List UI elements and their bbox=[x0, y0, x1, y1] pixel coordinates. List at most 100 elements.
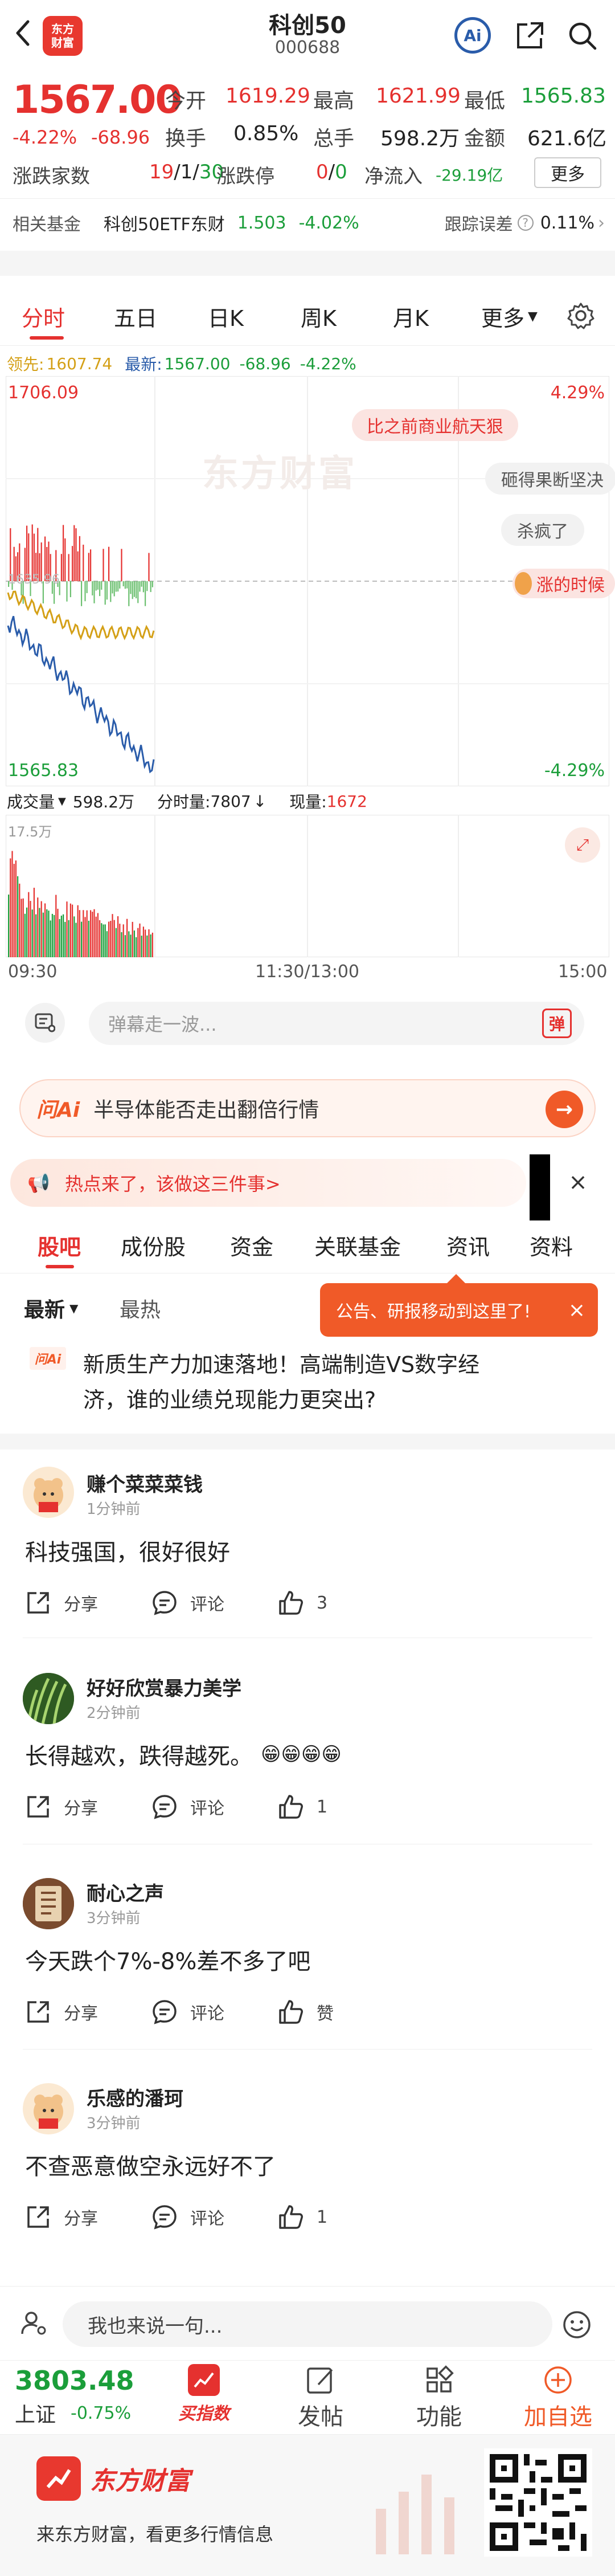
net-flow-bar bbox=[128, 581, 130, 606]
username[interactable]: 赚个菜菜菜钱 bbox=[87, 1469, 203, 1497]
volume-bar bbox=[148, 929, 150, 957]
hot-topic-bar[interactable]: 📢 热点来了，该做这三件事> bbox=[10, 1159, 526, 1207]
comment-button[interactable]: 评论 bbox=[151, 1999, 224, 2025]
bottom-nav: 3803.48 上证 -0.75% 买指数 发帖 功能 加自选 bbox=[0, 2360, 615, 2434]
avatar[interactable] bbox=[23, 1878, 74, 1929]
post-content[interactable]: 长得越欢，跌得越死。 😁😁😁😁 bbox=[25, 1738, 342, 1771]
tab-more[interactable]: 更多 ▼ bbox=[481, 301, 538, 332]
post-card[interactable]: 耐心之声 3分钟前 今天跌个7%-8%差不多了吧 分享 评论 赞 bbox=[0, 1861, 615, 2049]
close-icon[interactable]: × bbox=[568, 1299, 585, 1322]
net-flow-bar bbox=[92, 581, 93, 595]
section-tabs: 股吧 成份股 资金 关联基金 资讯 资料 bbox=[0, 1222, 615, 1273]
danmaku-toggle[interactable]: 弹 bbox=[542, 1009, 572, 1038]
sort-latest[interactable]: 最新 ▼ bbox=[24, 1293, 78, 1323]
like-button[interactable]: 1 bbox=[278, 1794, 327, 1820]
danmaku-settings-icon[interactable] bbox=[25, 1003, 65, 1043]
avatar[interactable] bbox=[23, 1467, 74, 1518]
ai-post[interactable]: 问Ai 新质生产力加速落地！高端制造VS数字经 济，谁的业绩兑现能力更突出? bbox=[0, 1342, 615, 1434]
net-flow-bar bbox=[133, 581, 135, 597]
caret-down-icon[interactable]: ▼ bbox=[58, 795, 66, 807]
expand-icon[interactable]: ⤢ bbox=[565, 827, 600, 863]
user-settings-icon[interactable] bbox=[17, 2306, 51, 2340]
related-fund-row[interactable]: 相关基金 科创50ETF东财 1.503 -4.02% 跟踪误差 ? 0.11%… bbox=[13, 209, 605, 237]
reply-input[interactable]: 我也来说一句... bbox=[63, 2301, 552, 2347]
more-button[interactable]: 更多 bbox=[534, 157, 601, 188]
arrow-right-icon[interactable]: → bbox=[546, 1091, 583, 1128]
tab-weekly-k[interactable]: 周K bbox=[301, 301, 337, 332]
watermark: 东方财富 bbox=[202, 453, 357, 495]
like-button[interactable]: 3 bbox=[278, 1590, 327, 1616]
add-watchlist-button[interactable]: 加自选 bbox=[512, 2364, 604, 2432]
post-time: 3分钟前 bbox=[87, 1910, 141, 1927]
volume-bar bbox=[104, 924, 106, 957]
net-flow-bar bbox=[110, 581, 112, 602]
price-chart[interactable]: 1706.09 1565.83 4.29% -4.29% 1635.96 东方财… bbox=[5, 375, 615, 787]
arrow-down-icon: ↓ bbox=[253, 791, 267, 811]
like-button[interactable]: 赞 bbox=[278, 1999, 334, 2025]
username[interactable]: 乐感的潘珂 bbox=[87, 2083, 183, 2111]
post-card[interactable]: 赚个菜菜菜钱 1分钟前 科技强国，很好很好 分享 评论 3 bbox=[0, 1450, 615, 1638]
search-icon[interactable] bbox=[563, 16, 602, 56]
comment-button[interactable]: 评论 bbox=[151, 1590, 224, 1616]
danmaku-input[interactable]: 弹幕走一波... bbox=[89, 1002, 584, 1045]
thumbs-up-icon bbox=[279, 2205, 303, 2229]
volume-bar bbox=[44, 903, 46, 957]
comment-button[interactable]: 评论 bbox=[151, 1794, 224, 1820]
net-flow-bar bbox=[88, 553, 89, 581]
tab-news[interactable]: 资讯 bbox=[446, 1230, 490, 1261]
ai-icon[interactable]: Ai bbox=[454, 17, 491, 54]
post-content[interactable]: 科技强国，很好很好 bbox=[25, 1534, 230, 1567]
tab-related-funds[interactable]: 关联基金 bbox=[314, 1230, 401, 1261]
footer-candles bbox=[364, 2457, 478, 2566]
volume-chart[interactable]: 17.5万 ⤢ bbox=[5, 814, 610, 958]
volume-bar bbox=[92, 912, 93, 957]
like-button[interactable]: 1 bbox=[278, 2204, 327, 2230]
post-card[interactable]: 乐感的潘珂 3分钟前 不查恶意做空永远好不了 分享 评论 1 bbox=[0, 2066, 615, 2254]
post-card[interactable]: 好好欣赏暴力美学 2分钟前 长得越欢，跌得越死。 😁😁😁😁 分享 评论 1 bbox=[0, 1656, 615, 1844]
share-icon[interactable] bbox=[510, 16, 550, 56]
username[interactable]: 耐心之声 bbox=[87, 1878, 164, 1906]
inflow-value: -29.19亿 bbox=[436, 166, 503, 185]
share-button[interactable]: 分享 bbox=[25, 1999, 98, 2025]
post-button[interactable]: 发帖 bbox=[289, 2364, 352, 2432]
tab-forum[interactable]: 股吧 bbox=[38, 1230, 81, 1261]
ai-question-bar[interactable]: 问Ai 半导体能否走出翻倍行情 → bbox=[19, 1079, 596, 1137]
volume-bar bbox=[69, 903, 71, 957]
thumbs-up-icon bbox=[279, 1795, 303, 1819]
avatar[interactable] bbox=[23, 1673, 74, 1724]
turnover-label: 换手 bbox=[165, 127, 207, 150]
avatar[interactable] bbox=[23, 2083, 74, 2134]
qr-code[interactable] bbox=[484, 2448, 592, 2557]
volume-bar bbox=[102, 924, 104, 957]
help-icon[interactable]: ? bbox=[517, 215, 534, 231]
volume-bar bbox=[13, 864, 15, 957]
tab-funds[interactable]: 资金 bbox=[230, 1230, 273, 1261]
close-icon[interactable]: × bbox=[564, 1168, 592, 1197]
comment-button[interactable]: 评论 bbox=[151, 2204, 224, 2230]
footer-banner[interactable]: 东方财富 来东方财富，看更多行情信息 bbox=[0, 2434, 615, 2576]
tab-constituents[interactable]: 成份股 bbox=[121, 1230, 186, 1261]
net-flow-bar bbox=[60, 554, 62, 581]
net-flow-bar bbox=[77, 551, 79, 581]
gear-icon[interactable] bbox=[564, 299, 598, 333]
post-content[interactable]: 不查恶意做空永远好不了 bbox=[25, 2148, 276, 2181]
tab-intraday[interactable]: 分时 bbox=[22, 301, 65, 332]
post-content[interactable]: 今天跌个7%-8%差不多了吧 bbox=[25, 1943, 310, 1976]
ai-post-line2: 济，谁的业绩兑现能力更突出? bbox=[83, 1387, 376, 1412]
sort-hottest[interactable]: 最热 bbox=[120, 1293, 161, 1323]
username[interactable]: 好好欣赏暴力美学 bbox=[87, 1673, 241, 1701]
index-quote[interactable]: 3803.48 上证 -0.75% bbox=[15, 2365, 157, 2434]
tab-five-day[interactable]: 五日 bbox=[114, 301, 157, 332]
functions-button[interactable]: 功能 bbox=[408, 2364, 470, 2432]
tab-monthly-k[interactable]: 月K bbox=[393, 301, 429, 332]
share-button[interactable]: 分享 bbox=[25, 2204, 98, 2230]
emoji-icon[interactable] bbox=[559, 2307, 594, 2342]
tab-daily-k[interactable]: 日K bbox=[208, 301, 244, 332]
share-button[interactable]: 分享 bbox=[25, 1590, 98, 1616]
share-button[interactable]: 分享 bbox=[25, 1794, 98, 1820]
volume-bar bbox=[128, 931, 130, 957]
volume-bar bbox=[64, 922, 66, 957]
volume-bar bbox=[151, 932, 153, 957]
buy-index-button[interactable]: 买指数 bbox=[170, 2364, 238, 2432]
tab-info[interactable]: 资料 bbox=[530, 1230, 573, 1261]
